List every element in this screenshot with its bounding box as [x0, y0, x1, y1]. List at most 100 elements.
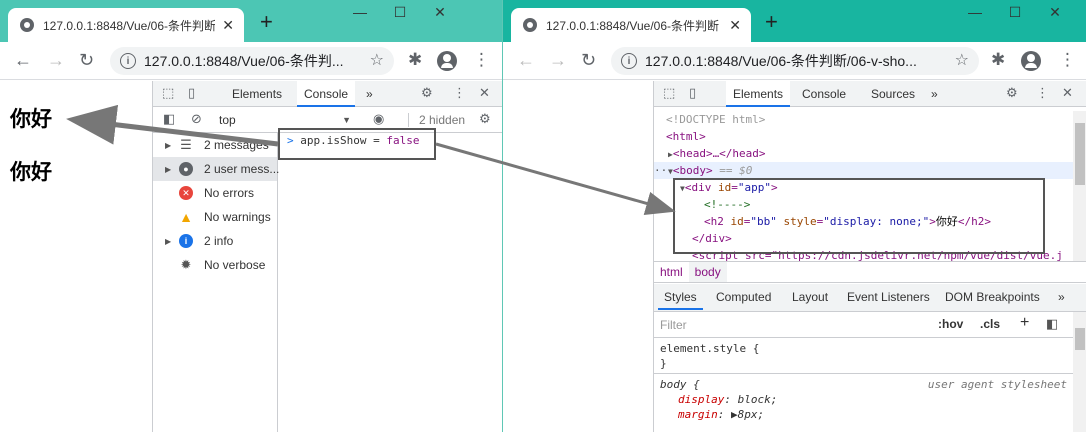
dom-html[interactable]: <html>: [666, 128, 1073, 145]
expand-icon: ▶: [165, 140, 172, 150]
menu-icon[interactable]: ⋮: [1059, 50, 1076, 70]
user-icon: ●: [179, 162, 193, 176]
device-toggle-icon[interactable]: ▯: [188, 85, 195, 101]
expand-icon: ▶: [165, 164, 172, 174]
sidebar-item-verbose[interactable]: ✹ No verbose: [153, 253, 277, 277]
scroll-thumb[interactable]: [1075, 328, 1085, 350]
console-settings-icon[interactable]: ⚙: [479, 111, 491, 127]
bug-icon: ✹: [180, 257, 192, 272]
tab-elements[interactable]: Elements: [225, 81, 289, 107]
more-tabs-icon[interactable]: »: [359, 81, 380, 107]
context-value: top: [219, 113, 236, 127]
sidebar-item-errors[interactable]: ✕ No errors: [153, 181, 277, 205]
close-tab-icon[interactable]: ✕: [729, 17, 741, 34]
tab-title: 127.0.0.1:8848/Vue/06-条件判断: [43, 18, 215, 33]
maximize-icon[interactable]: ☐: [995, 4, 1035, 21]
breadcrumb: html body: [654, 261, 1086, 283]
avatar[interactable]: [437, 51, 457, 71]
browser-tab[interactable]: 127.0.0.1:8848/Vue/06-条件判断 ✕: [511, 8, 751, 42]
avatar[interactable]: [1021, 51, 1041, 71]
sidebar-toggle-icon[interactable]: ◧: [1046, 316, 1058, 332]
close-window-icon[interactable]: ✕: [420, 4, 460, 21]
element-style-selector: element.style {: [660, 342, 760, 355]
tab-computed[interactable]: Computed: [710, 284, 777, 310]
minimize-icon[interactable]: —: [955, 4, 995, 20]
devtools-tabbar: ⬚ ▯ Elements Console Sources » ⚙ ⋮ ✕: [654, 81, 1086, 107]
info-icon[interactable]: i: [621, 53, 637, 69]
back-icon[interactable]: ←: [14, 50, 32, 71]
element-style-rule[interactable]: element.style { }: [660, 341, 759, 371]
sidebar-toggle-icon[interactable]: ◧: [163, 111, 175, 127]
more-tabs-icon[interactable]: »: [924, 81, 945, 107]
forward-icon[interactable]: →: [549, 50, 567, 71]
cls-button[interactable]: .cls: [980, 317, 1000, 331]
device-toggle-icon[interactable]: ▯: [689, 85, 696, 101]
body-style-rule[interactable]: body {user agent stylesheet display: blo…: [660, 377, 1067, 422]
sidebar-label: 2 messages: [204, 138, 269, 152]
close-devtools-icon[interactable]: ✕: [1062, 85, 1073, 101]
highlight-box: [278, 128, 436, 160]
styles-scrollbar[interactable]: [1073, 312, 1086, 432]
new-tab-button[interactable]: +: [260, 11, 273, 33]
reload-icon[interactable]: ↻: [79, 50, 94, 71]
tab-dom-breakpoints[interactable]: DOM Breakpoints: [939, 284, 1046, 310]
styles-tabbar: Styles Computed Layout Event Listeners D…: [654, 284, 1086, 312]
tab-console[interactable]: Console: [297, 81, 356, 107]
new-tab-button[interactable]: +: [765, 11, 778, 33]
menu-icon[interactable]: ⋮: [473, 50, 490, 70]
extensions-icon[interactable]: ✱: [408, 50, 422, 70]
dom-body-selected[interactable]: ··· ▼<body> == $0: [654, 162, 1073, 179]
element-style-close: }: [660, 357, 667, 370]
sidebar-label: No warnings: [204, 210, 271, 224]
info-icon[interactable]: i: [120, 53, 136, 69]
tab-layout[interactable]: Layout: [786, 284, 834, 310]
kebab-icon[interactable]: ⋮: [1036, 85, 1049, 101]
sidebar-item-info[interactable]: ▶ i 2 info: [153, 229, 277, 253]
maximize-icon[interactable]: ☐: [380, 4, 420, 21]
ua-stylesheet-label: user agent stylesheet: [927, 378, 1067, 391]
breadcrumb-html[interactable]: html: [654, 262, 689, 282]
sidebar-item-warnings[interactable]: ▲ No warnings: [153, 205, 277, 229]
breadcrumb-body[interactable]: body: [688, 262, 727, 282]
forward-icon[interactable]: →: [47, 50, 65, 71]
tab-styles[interactable]: Styles: [658, 284, 703, 310]
settings-icon[interactable]: ⚙: [421, 85, 433, 101]
tab-elements[interactable]: Elements: [726, 81, 791, 107]
ellipsis-icon: ···: [654, 164, 674, 177]
dom-doctype[interactable]: <!DOCTYPE html>: [666, 111, 1073, 128]
sidebar-label: 2 user mess...: [204, 162, 280, 176]
close-window-icon[interactable]: ✕: [1035, 4, 1075, 21]
minimize-icon[interactable]: —: [340, 4, 380, 20]
address-bar[interactable]: i 127.0.0.1:8848/Vue/06-条件判... ☆: [110, 47, 394, 75]
dom-body-tag: <body>: [672, 164, 713, 177]
tab-sources[interactable]: Sources: [864, 81, 922, 107]
address-bar[interactable]: i 127.0.0.1:8848/Vue/06-条件判断/06-v-sho...…: [611, 47, 979, 75]
close-devtools-icon[interactable]: ✕: [479, 85, 490, 101]
sidebar-item-user-messages[interactable]: ▶ ● 2 user mess...: [153, 157, 280, 181]
back-icon[interactable]: ←: [517, 50, 535, 71]
hov-button[interactable]: :hov: [938, 317, 963, 331]
dom-head[interactable]: ▶<head>…</head>: [666, 145, 1073, 162]
settings-icon[interactable]: ⚙: [1006, 85, 1018, 101]
more-tabs-icon[interactable]: »: [1052, 284, 1071, 310]
info-icon: i: [179, 234, 193, 248]
tab-console[interactable]: Console: [795, 81, 853, 107]
scroll-thumb[interactable]: [1075, 123, 1085, 185]
sidebar-item-messages[interactable]: ▶ ☰ 2 messages: [153, 133, 277, 157]
close-tab-icon[interactable]: ✕: [222, 17, 234, 34]
star-icon[interactable]: ☆: [955, 50, 969, 70]
browser-tab[interactable]: 127.0.0.1:8848/Vue/06-条件判断 ✕: [8, 8, 244, 42]
dom-scrollbar[interactable]: [1073, 111, 1086, 261]
filter-input[interactable]: Filter: [660, 318, 687, 332]
add-rule-icon[interactable]: +: [1020, 314, 1029, 332]
reload-icon[interactable]: ↻: [581, 50, 596, 71]
kebab-icon[interactable]: ⋮: [453, 85, 466, 101]
star-icon[interactable]: ☆: [370, 50, 384, 70]
extensions-icon[interactable]: ✱: [991, 50, 1005, 70]
inspect-icon[interactable]: ⬚: [162, 85, 174, 101]
eye-icon[interactable]: ◉: [373, 111, 384, 127]
tab-event-listeners[interactable]: Event Listeners: [841, 284, 936, 310]
inspect-icon[interactable]: ⬚: [663, 85, 675, 101]
tab-strip: 127.0.0.1:8848/Vue/06-条件判断 ✕ + — ☐ ✕: [503, 0, 1086, 42]
clear-console-icon[interactable]: ⊘: [191, 111, 202, 127]
